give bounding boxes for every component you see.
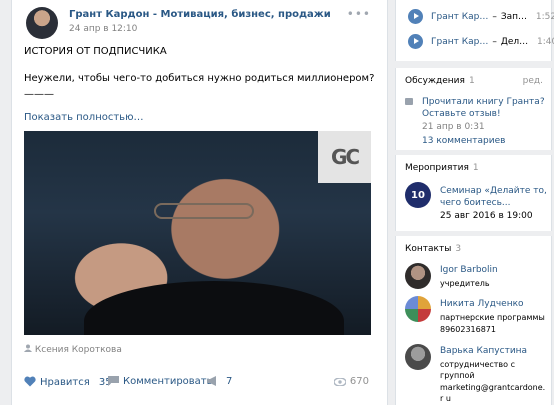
- eye-icon: [333, 377, 347, 387]
- post-date[interactable]: 24 апр в 12:10: [69, 24, 137, 34]
- audio-artist: Грант Кар…: [431, 37, 489, 47]
- comment-button[interactable]: Комментировать: [108, 376, 213, 387]
- event-avatar[interactable]: 10: [405, 182, 431, 208]
- contact-avatar[interactable]: [405, 263, 431, 289]
- like-button[interactable]: Нравится 35: [24, 376, 112, 388]
- contacts-block: Контакты 3 Igor Barbolin учредитель Никит…: [395, 236, 552, 405]
- signer-name: Ксения Короткова: [34, 345, 122, 355]
- audio-block: Грант Кар… – Зап… 1:52 Грант Кар… – Дел… 1:4…: [395, 0, 554, 61]
- topic-link[interactable]: Прочитали книгу Гранта? Оставьте отзыв!: [422, 96, 547, 120]
- audio-title: Зап…: [500, 12, 527, 22]
- more-menu-icon[interactable]: •••: [347, 7, 371, 21]
- comment-label: Комментировать: [123, 376, 213, 387]
- post-text-line: Неужели, чтобы чего-то добиться нужно ро…: [24, 73, 375, 84]
- contact-role: учредитель: [440, 279, 490, 288]
- audio-track[interactable]: Грант Кар… – Зап… 1:52: [408, 9, 554, 27]
- author-avatar[interactable]: [26, 7, 58, 39]
- photo-glasses: [154, 203, 254, 219]
- wall-post: Грант Кардон - Мотивация, бизнес, продаж…: [11, 0, 388, 405]
- post-text-line: ИСТОРИЯ ОТ ПОДПИСЧИКА: [24, 46, 167, 57]
- share-button[interactable]: 7: [207, 376, 232, 387]
- topic-date: 21 апр в 0:31: [422, 122, 485, 132]
- audio-duration: 1:40: [537, 37, 554, 47]
- share-count: 7: [226, 376, 233, 387]
- events-block: Мероприятия 1 10 Семинар «Делайте то, чег…: [395, 155, 552, 231]
- like-label: Нравится: [40, 377, 90, 388]
- topic-comments-link[interactable]: 13 комментариев: [422, 136, 505, 146]
- photo-figure: [84, 281, 344, 335]
- views-counter: 670: [333, 376, 369, 387]
- views-count: 670: [349, 376, 369, 387]
- contact-avatar[interactable]: [405, 296, 431, 322]
- contact-phone: 89602316871: [440, 325, 496, 334]
- contact-name-link[interactable]: Никита Лудченко: [440, 299, 524, 309]
- discussions-title: Обсуждения: [405, 76, 465, 86]
- gc-logo: GC: [318, 131, 371, 183]
- heart-icon: [24, 376, 36, 387]
- contacts-header[interactable]: Контакты 3: [405, 244, 461, 254]
- audio-title: Дел…: [500, 37, 529, 47]
- contact-avatar[interactable]: [405, 344, 431, 370]
- contact-role: партнерские программы: [440, 313, 545, 322]
- discussions-header[interactable]: Обсуждения 1: [405, 76, 475, 86]
- megaphone-icon: [207, 376, 216, 386]
- discussions-block: Обсуждения 1 ред. Прочитали книгу Гранта?…: [395, 68, 552, 150]
- events-count: 1: [472, 163, 479, 173]
- play-icon[interactable]: [408, 34, 423, 49]
- contact-name-link[interactable]: Igor Barbolin: [440, 265, 498, 275]
- contact-name-link[interactable]: Варька Капустина: [440, 346, 527, 356]
- edit-link[interactable]: ред.: [523, 76, 543, 86]
- post-actions: Нравится 35 Комментировать 7 670: [24, 368, 375, 396]
- audio-artist: Грант Кар…: [431, 12, 489, 22]
- topic-icon: [405, 98, 413, 105]
- discussions-count: 1: [468, 76, 475, 86]
- post-text-line: ———: [24, 89, 54, 100]
- show-more-link[interactable]: Показать полностью…: [24, 112, 144, 123]
- event-date: 25 авг 2016 в 19:00: [440, 211, 533, 221]
- audio-track[interactable]: Грант Кар…–Дел… 1:40: [408, 34, 554, 52]
- play-icon[interactable]: [408, 9, 423, 24]
- contacts-title: Контакты: [405, 244, 452, 254]
- contact-role: сотрудничество с группой: [440, 360, 515, 380]
- contact-email: marketing@grantcardone.r u: [440, 383, 546, 403]
- post-signer[interactable]: Ксения Короткова: [24, 344, 122, 355]
- comment-icon: [108, 376, 119, 386]
- events-header[interactable]: Мероприятия 1: [405, 163, 479, 173]
- contacts-count: 3: [455, 244, 462, 254]
- events-title: Мероприятия: [405, 163, 469, 173]
- post-photo[interactable]: GC: [24, 131, 371, 335]
- audio-duration: 1:52: [535, 12, 554, 22]
- user-icon: [24, 344, 32, 352]
- event-link[interactable]: Семинар «Делайте то, чего боитесь...: [440, 185, 548, 209]
- post-author-link[interactable]: Грант Кардон - Мотивация, бизнес, продаж…: [69, 9, 331, 20]
